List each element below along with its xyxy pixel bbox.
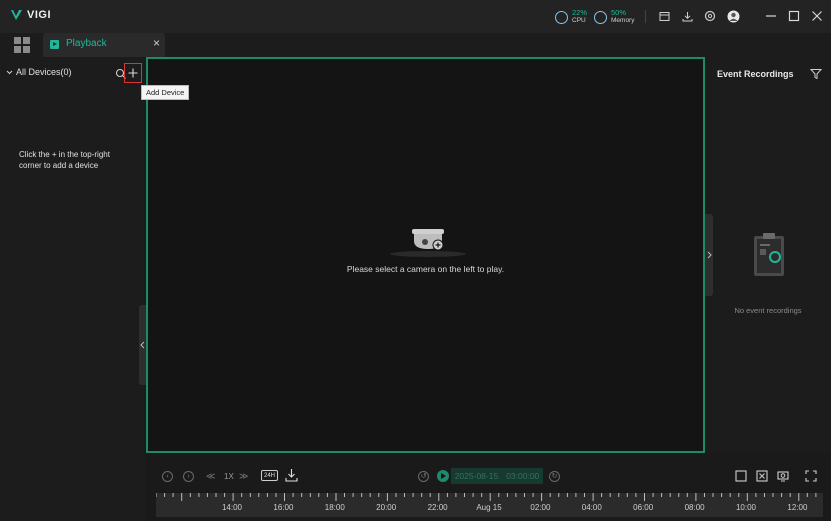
next-icon: › (183, 470, 194, 482)
all-devices-label: All Devices(0) (16, 67, 72, 77)
timeline-label: 14:00 (221, 503, 243, 512)
tab-bar: Playback × (0, 33, 831, 57)
cpu-stat: 22% CPU (555, 9, 587, 25)
rewind-30-icon: ↺ (418, 470, 429, 482)
memory-ring-icon (594, 10, 607, 24)
date-value: 2025-08-15 (454, 471, 499, 481)
fullscreen-icon[interactable] (805, 470, 817, 482)
empty-video-message: Please select a camera on the left to pl… (346, 264, 505, 274)
download-button[interactable] (680, 9, 694, 23)
gear-icon (704, 10, 716, 22)
timeline-label: 12:00 (787, 503, 808, 512)
slow-down-button[interactable]: ≪ (206, 470, 215, 482)
prev-icon: ‹ (162, 470, 173, 482)
timeline-label: 18:00 (324, 503, 345, 512)
filter-icon (809, 69, 823, 80)
timeline-label: 08:00 (684, 503, 705, 512)
chevron-left-icon (140, 341, 145, 349)
files-button[interactable] (657, 9, 671, 23)
speed-indicator: 1X (224, 472, 234, 481)
tab-playback[interactable]: Playback × (43, 33, 165, 57)
user-avatar-button[interactable] (726, 9, 740, 23)
fast-forward-icon: ≫ (239, 470, 249, 481)
collapse-left-panel-button[interactable] (139, 305, 146, 385)
timeline-label: 06:00 (633, 503, 654, 512)
memory-value: 50% (611, 8, 627, 17)
24h-button[interactable]: 24H (261, 470, 278, 481)
title-bar: VIGI 22% CPU 50% Memory (0, 0, 831, 33)
datetime-picker[interactable]: 2025-08-15 03:00:00 (451, 468, 543, 484)
empty-device-hint: Click the + in the top-right corner to a… (19, 150, 110, 170)
forward-30-icon: ↻ (549, 470, 560, 482)
rewind-30s-button[interactable]: ↺ (418, 470, 429, 482)
window-icon (659, 11, 669, 21)
speed-up-button[interactable]: ≫ (239, 470, 248, 482)
close-window-button[interactable] (810, 9, 824, 23)
stop-all-icon[interactable] (756, 470, 768, 482)
minimize-icon (766, 15, 776, 17)
cpu-ring-icon (555, 10, 568, 24)
snapshot-icon[interactable] (777, 470, 789, 482)
next-button[interactable]: › (183, 470, 194, 482)
prev-button[interactable]: ‹ (162, 470, 173, 482)
minimize-button[interactable] (764, 9, 778, 23)
clip-download-icon[interactable] (285, 468, 298, 482)
timeline-label: 10:00 (735, 503, 757, 512)
clipboard-icon (754, 233, 784, 276)
timeline-label: 04:00 (581, 503, 602, 512)
add-device-button[interactable] (124, 63, 142, 83)
tab-label: Playback (66, 38, 107, 49)
home-grid-button[interactable] (14, 37, 30, 53)
timeline-label: 02:00 (530, 503, 551, 512)
video-playback-area[interactable]: Please select a camera on the left to pl… (146, 57, 705, 453)
play-button[interactable] (437, 470, 449, 482)
app-logo: VIGI (10, 9, 51, 21)
no-event-recordings-text: No event recordings (734, 306, 802, 315)
event-recordings-panel: Event Recordings No event recordings (705, 57, 831, 453)
maximize-button[interactable] (787, 9, 801, 23)
device-panel: All Devices(0) Click the + in the top-ri… (0, 57, 146, 521)
all-devices-toggle[interactable]: All Devices(0) (6, 67, 72, 77)
filter-button[interactable] (809, 67, 823, 80)
title-separator (645, 10, 646, 23)
timeline-label: 20:00 (376, 503, 397, 512)
memory-stat: 50% Memory (594, 9, 634, 25)
camera-icon (390, 229, 466, 257)
grid-icon (14, 37, 21, 44)
single-window-icon[interactable] (735, 470, 747, 482)
close-icon (812, 11, 822, 21)
collapse-right-panel-button[interactable] (705, 214, 713, 296)
cpu-label: CPU (572, 17, 586, 24)
timeline-ticks (156, 493, 817, 501)
timeline[interactable]: 14:00 16:00 18:00 20:00 22:00 Aug 15 02:00 04:0… (156, 493, 823, 517)
timeline-label: 22:00 (427, 503, 448, 512)
vigi-logo-icon (11, 10, 22, 20)
playback-controls: ‹ › ≪ 1X ≫ 24H ↺ 2025-08-15 03:00:00 ↻ 1… (146, 453, 831, 521)
chevron-right-icon (707, 251, 712, 259)
avatar-icon (727, 10, 739, 22)
timeline-label: 16:00 (273, 503, 294, 512)
memory-label: Memory (611, 17, 635, 24)
forward-30s-button[interactable]: ↻ (549, 470, 560, 482)
settings-button[interactable] (703, 9, 717, 23)
rewind-icon: ≪ (206, 470, 216, 481)
timeline-label: Aug 15 (476, 503, 502, 512)
plus-icon (128, 68, 138, 78)
add-device-tooltip: Add Device (141, 85, 190, 100)
maximize-icon (788, 10, 800, 22)
tab-close-button[interactable]: × (153, 36, 160, 50)
cpu-value: 22% (572, 8, 588, 17)
playback-icon (50, 40, 59, 49)
download-icon (682, 11, 692, 21)
chevron-down-icon (6, 70, 13, 74)
app-name: VIGI (27, 9, 52, 21)
event-recordings-title: Event Recordings (717, 69, 794, 79)
time-value: 03:00:00 (506, 471, 540, 481)
